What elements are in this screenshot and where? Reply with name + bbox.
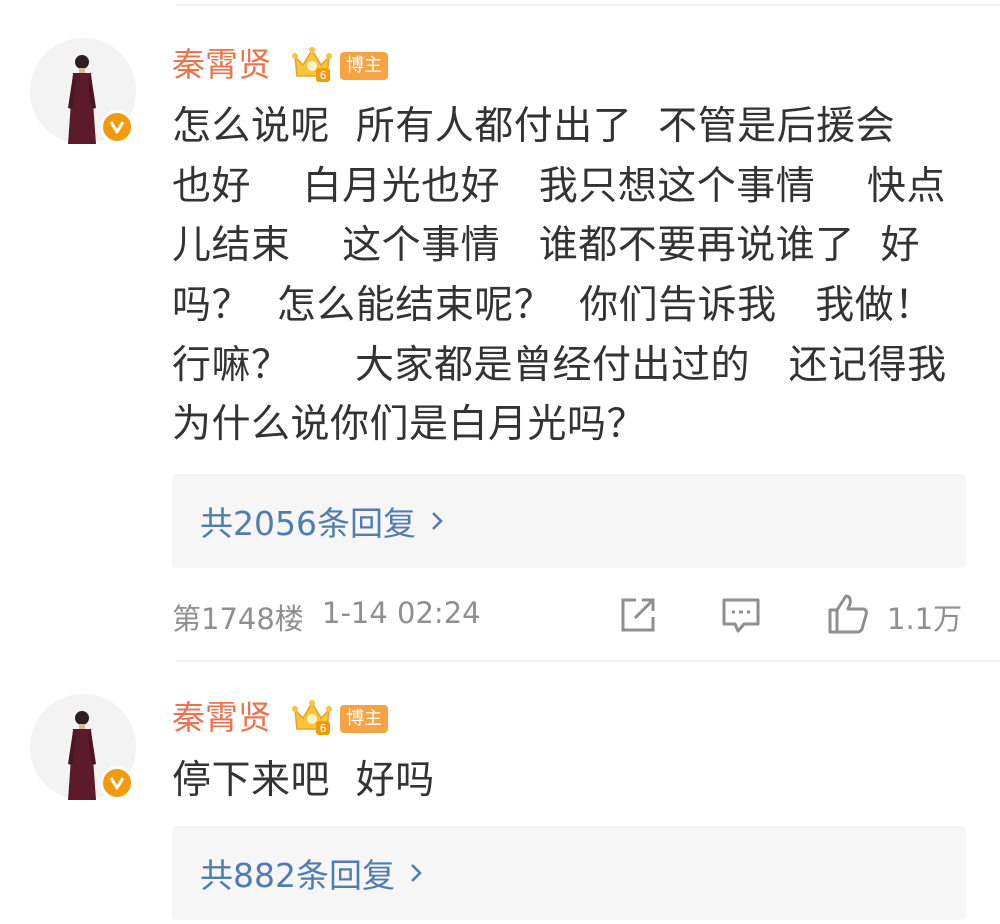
crown-level-icon: 6 [292, 47, 332, 82]
username[interactable]: 秦霄贤 [172, 45, 271, 85]
author-tag: 博主 [340, 705, 388, 733]
comment-line: 行嘛？ 大家都是曾经付出过的 还记得我 [172, 343, 947, 388]
verified-v-icon [100, 766, 134, 800]
comment-line: 怎么说呢 所有人都付出了 不管是后援会 [172, 104, 896, 149]
comment-line: 吗？ 怎么能结束呢？ 你们告诉我 我做！ [172, 283, 934, 328]
comment-line: 停下来吧 好吗 [172, 758, 435, 803]
like-icon[interactable] [826, 592, 870, 636]
comment-time: 1-14 02:24 [322, 596, 481, 630]
avatar[interactable] [30, 694, 136, 800]
verified-v-icon [100, 110, 134, 144]
top-divider [176, 4, 1000, 6]
comment-divider [176, 660, 1000, 662]
comment-line: 也好 白月光也好 我只想这个事情 快点 [172, 164, 946, 209]
comment-line: 为什么说你们是白月光吗？ [172, 402, 647, 447]
replies-box[interactable]: 共882条回复 [172, 826, 966, 920]
chevron-right-icon [411, 864, 422, 882]
comment-line: 儿结束 这个事情 谁都不要再说谁了 好 [172, 223, 921, 268]
replies-box[interactable]: 共2056条回复 [172, 474, 966, 568]
like-count: 1.1万 [887, 602, 963, 636]
chevron-right-icon [432, 512, 443, 530]
svg-text:6: 6 [320, 722, 327, 735]
replies-link[interactable]: 共2056条回复 [200, 497, 416, 545]
comment-icon[interactable] [720, 596, 762, 636]
avatar[interactable] [30, 38, 136, 144]
floor-number: 第1748楼 [172, 602, 304, 636]
replies-link[interactable]: 共882条回复 [200, 849, 395, 897]
author-tag: 博主 [340, 52, 388, 80]
svg-text:6: 6 [320, 69, 327, 82]
forward-icon[interactable] [618, 595, 658, 635]
crown-level-icon: 6 [292, 700, 332, 735]
username[interactable]: 秦霄贤 [172, 698, 271, 738]
